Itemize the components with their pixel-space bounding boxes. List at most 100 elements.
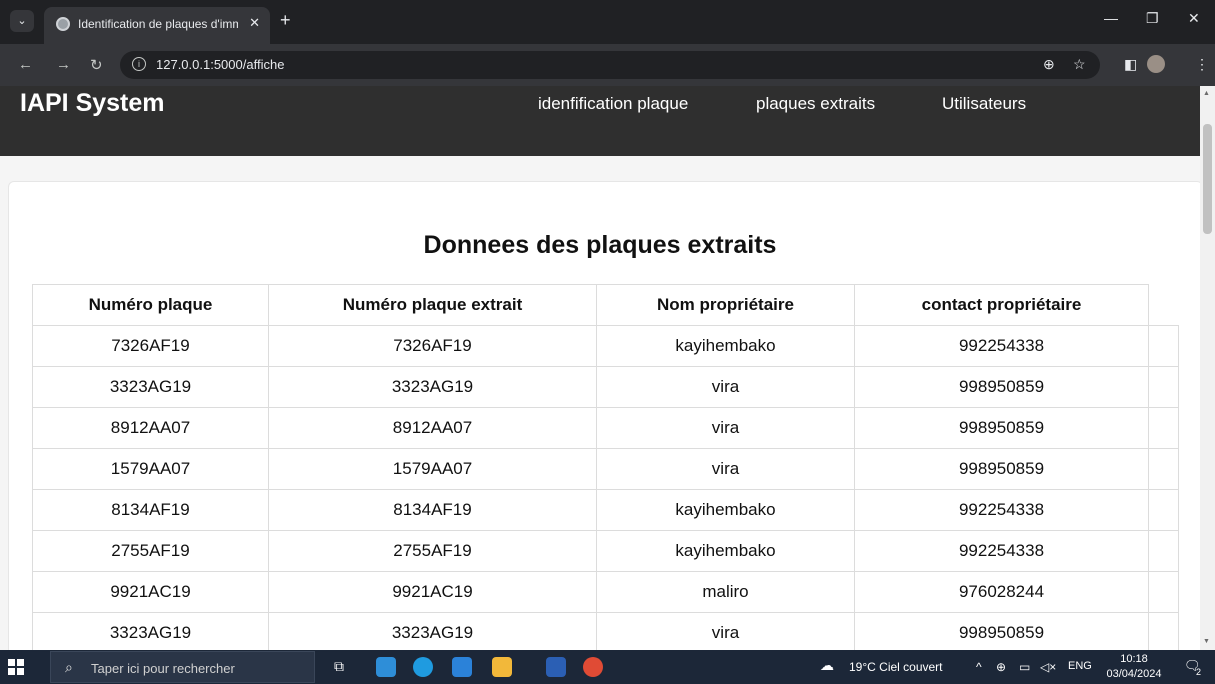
table-row: 9921AC19 9921AC19 maliro 976028244 [32,571,1179,613]
scroll-up-arrow-icon[interactable]: ▲ [1203,90,1210,97]
header-numero-plaque: Numéro plaque [32,284,269,326]
tab-search-chevron-icon[interactable]: ⌄ [10,10,34,32]
url-text[interactable]: 127.0.0.1:5000/affiche [156,57,284,72]
cell-empty [1148,366,1179,408]
zoom-icon[interactable]: ⊕ [1043,56,1055,73]
forward-arrow-icon[interactable]: → [56,56,71,73]
scrollbar-thumb[interactable] [1203,124,1212,234]
taskbar-search-box[interactable]: ⌕ Taper ici pour rechercher [50,651,315,683]
site-info-icon[interactable]: i [132,57,146,71]
windows-taskbar: ⌕ Taper ici pour rechercher ⧉ ☁ 19°C Cie… [0,650,1215,684]
header-spacer [1148,284,1179,326]
clock-date: 03/04/2024 [1106,668,1162,680]
cell-empty [1148,489,1179,531]
battery-icon[interactable]: ▭ [1019,660,1030,674]
cell-empty [1148,571,1179,613]
cell-empty [1148,325,1179,367]
page-viewport: IAPI System idenfification plaque plaque… [0,86,1200,650]
cell-plate: 3323AG19 [32,366,269,408]
cell-plate: 2755AF19 [32,530,269,572]
cell-owner-contact: 998950859 [854,366,1149,408]
app-brand[interactable]: IAPI System [20,89,165,118]
restore-icon[interactable]: ❐ [1146,10,1159,27]
cell-empty [1148,530,1179,572]
plates-table: Numéro plaque Numéro plaque extrait Nom … [32,284,1179,650]
clock-time: 10:18 [1120,653,1148,665]
media-player-icon[interactable] [452,657,472,677]
page-scrollbar[interactable]: ▲ ▼ [1200,86,1215,650]
cell-owner-contact: 992254338 [854,530,1149,572]
bookmark-star-icon[interactable]: ☆ [1073,56,1086,73]
weather-cloud-icon[interactable]: ☁ [820,657,834,674]
header-nom-proprietaire: Nom propriétaire [596,284,855,326]
app-navbar: IAPI System idenfification plaque plaque… [0,86,1200,156]
scroll-down-arrow-icon[interactable]: ▼ [1203,638,1210,645]
cell-plate: 8134AF19 [32,489,269,531]
cell-extracted-plate: 7326AF19 [268,325,597,367]
browser-toolbar: ← → ↻ i 127.0.0.1:5000/affiche ⊕ ☆ ◧ ⋮ [0,44,1215,86]
network-icon[interactable]: ⊕ [996,660,1006,674]
profile-avatar[interactable] [1147,55,1165,73]
table-row: 2755AF19 2755AF19 kayihembako 992254338 [32,530,1179,572]
globe-favicon-icon [56,17,70,31]
system-clock[interactable]: 10:18 03/04/2024 [1104,652,1164,682]
nav-link-plaques-extraits[interactable]: plaques extraits [756,94,875,114]
cell-owner-name: kayihembako [596,489,855,531]
cell-extracted-plate: 9921AC19 [268,571,597,613]
table-row: 3323AG19 3323AG19 vira 998950859 [32,612,1179,650]
tab-title: Identification de plaques d'imm [78,17,238,31]
cell-owner-contact: 998950859 [854,612,1149,650]
cell-owner-name: kayihembako [596,325,855,367]
table-row: 7326AF19 7326AF19 kayihembako 992254338 [32,325,1179,367]
table-row: 3323AG19 3323AG19 vira 998950859 [32,366,1179,408]
cell-plate: 3323AG19 [32,612,269,650]
header-numero-plaque-extrait: Numéro plaque extrait [268,284,597,326]
cell-owner-contact: 998950859 [854,448,1149,490]
windows-start-icon[interactable] [8,659,24,675]
cell-extracted-plate: 8134AF19 [268,489,597,531]
table-row: 1579AA07 1579AA07 vira 998950859 [32,448,1179,490]
chrome-icon[interactable] [583,657,603,677]
nav-link-identification[interactable]: idenfification plaque [538,94,688,114]
vscode-icon[interactable] [376,657,396,677]
page-title: Donnees des plaques extraits [423,231,777,259]
close-window-icon[interactable]: ✕ [1188,10,1200,27]
cell-extracted-plate: 8912AA07 [268,407,597,449]
file-explorer-icon[interactable] [492,657,512,677]
cell-plate: 7326AF19 [32,325,269,367]
language-indicator[interactable]: ENG [1068,660,1092,672]
cell-plate: 8912AA07 [32,407,269,449]
search-placeholder: Taper ici pour rechercher [91,661,235,676]
cell-plate: 1579AA07 [32,448,269,490]
nav-link-utilisateurs[interactable]: Utilisateurs [942,94,1026,114]
search-icon: ⌕ [65,659,73,675]
browser-tab-strip: ⌄ Identification de plaques d'imm ✕ + — … [0,0,1215,44]
cell-plate: 9921AC19 [32,571,269,613]
tray-chevron-icon[interactable]: ^ [976,660,982,674]
back-arrow-icon[interactable]: ← [18,56,33,73]
header-contact-proprietaire: contact propriétaire [854,284,1149,326]
edge-icon[interactable] [413,657,433,677]
word-icon[interactable] [546,657,566,677]
cell-extracted-plate: 2755AF19 [268,530,597,572]
cell-owner-contact: 992254338 [854,325,1149,367]
table-row: 8134AF19 8134AF19 kayihembako 992254338 [32,489,1179,531]
weather-text[interactable]: 19°C Ciel couvert [849,660,943,674]
cell-owner-name: vira [596,366,855,408]
cell-owner-name: kayihembako [596,530,855,572]
cell-owner-name: vira [596,448,855,490]
minimize-icon[interactable]: — [1104,10,1118,26]
volume-muted-icon[interactable]: ◁× [1040,660,1056,674]
task-view-icon[interactable]: ⧉ [334,658,344,675]
cell-extracted-plate: 3323AG19 [268,612,597,650]
browser-menu-icon[interactable]: ⋮ [1195,56,1209,73]
cell-extracted-plate: 3323AG19 [268,366,597,408]
address-bar[interactable]: i 127.0.0.1:5000/affiche [120,51,1100,79]
reload-icon[interactable]: ↻ [90,56,103,74]
tab-close-icon[interactable]: ✕ [249,15,260,31]
browser-tab[interactable]: Identification de plaques d'imm ✕ [44,7,270,44]
new-tab-button[interactable]: + [280,10,291,31]
table-header-row: Numéro plaque Numéro plaque extrait Nom … [32,284,1179,326]
cell-owner-contact: 992254338 [854,489,1149,531]
side-panel-icon[interactable]: ◧ [1124,56,1137,73]
